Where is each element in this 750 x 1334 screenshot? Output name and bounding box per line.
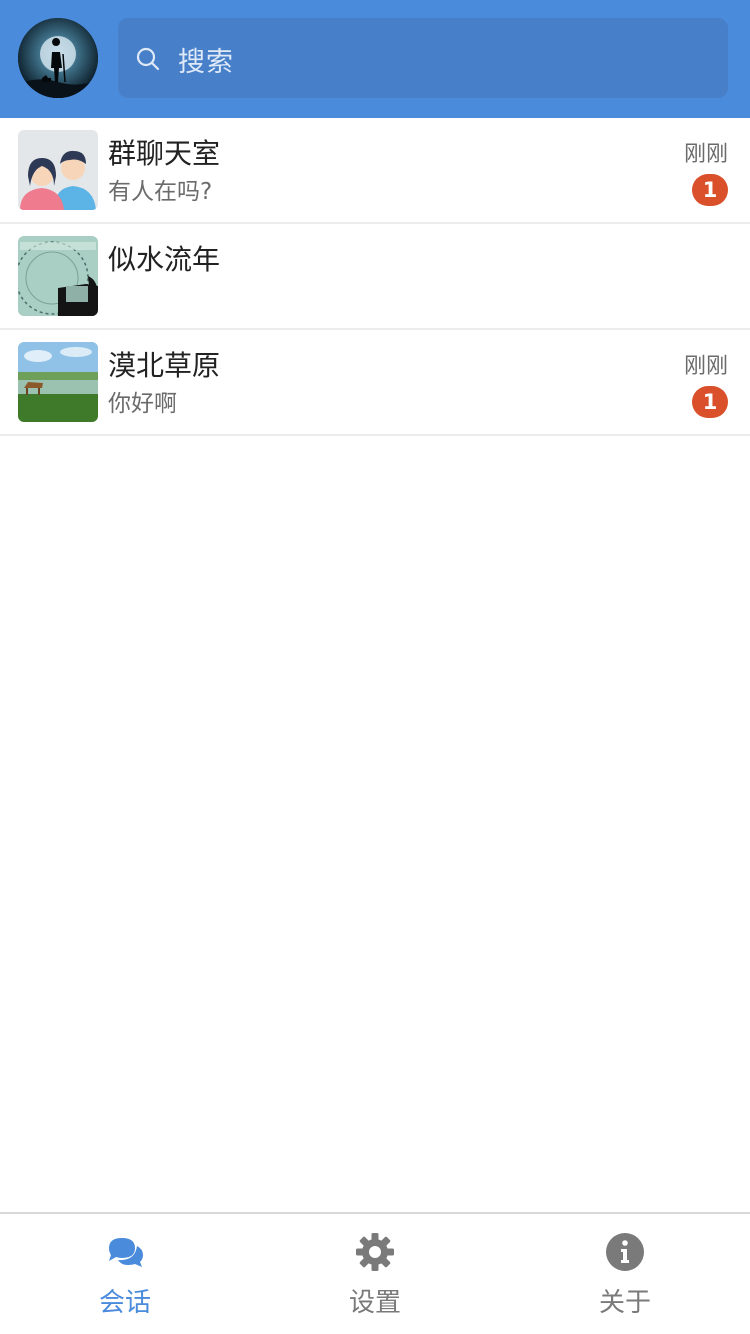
unread-badge: 1 — [692, 386, 728, 418]
chat-item[interactable]: 漠北草原 你好啊 刚刚 1 — [0, 330, 750, 436]
search-input[interactable]: 搜索 — [118, 18, 728, 98]
chat-name: 群聊天室 — [108, 137, 221, 170]
tab-about[interactable]: 关于 — [500, 1214, 750, 1334]
chat-name: 似水流年 — [108, 243, 221, 276]
ferris-wheel-image — [18, 236, 98, 316]
search-placeholder: 搜索 — [178, 47, 234, 78]
chat-bubbles-icon — [109, 1238, 143, 1267]
tab-label: 会话 — [98, 1288, 151, 1318]
chat-time: 刚刚 — [683, 354, 728, 379]
chat-item[interactable]: 似水流年 — [0, 224, 750, 330]
tab-label: 设置 — [348, 1288, 401, 1318]
chat-last-message: 有人在吗? — [108, 179, 213, 205]
chat-name: 漠北草原 — [108, 349, 221, 382]
app-header: 搜索 — [0, 0, 750, 118]
gear-icon — [356, 1233, 394, 1271]
chat-last-message: 你好啊 — [108, 391, 177, 417]
contact-avatar — [18, 342, 98, 422]
chat-list: 群聊天室 有人在吗? 刚刚 1 似水流年 漠北草原 你好啊 刚刚 1 — [0, 118, 750, 436]
profile-avatar[interactable] — [18, 18, 98, 98]
couple-avatar-image — [18, 130, 98, 210]
moon-silhouette-image — [18, 18, 98, 98]
tab-label: 关于 — [598, 1288, 651, 1318]
info-icon — [606, 1233, 644, 1271]
unread-badge: 1 — [692, 174, 728, 206]
tab-settings[interactable]: 设置 — [250, 1214, 500, 1334]
search-icon — [136, 47, 160, 71]
chat-item[interactable]: 群聊天室 有人在吗? 刚刚 1 — [0, 118, 750, 224]
bottom-tab-bar: 会话 设置 关于 — [0, 1212, 750, 1334]
contact-avatar — [18, 236, 98, 316]
group-avatar — [18, 130, 98, 210]
tab-conversations[interactable]: 会话 — [0, 1214, 250, 1334]
chat-time: 刚刚 — [683, 142, 728, 167]
grassland-image — [18, 342, 98, 422]
